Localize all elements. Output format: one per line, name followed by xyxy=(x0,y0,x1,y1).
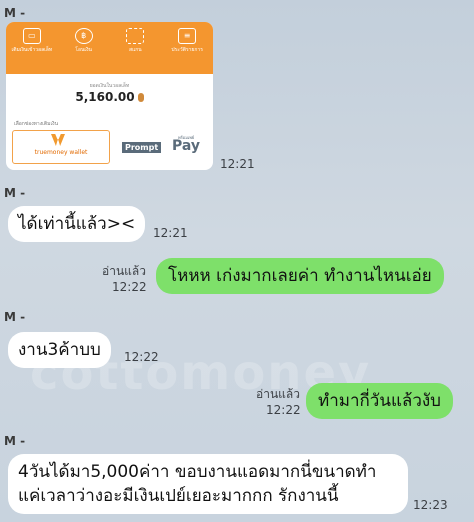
menu-label: โอนเงิน xyxy=(75,47,92,53)
promptpay-logo-prompt: Prompt xyxy=(122,142,162,153)
outgoing-message[interactable]: ทำมากี่วันแล้วงับ xyxy=(306,383,453,419)
wallet-menu-bar: ▭ เติมเงินเข้าวอลเล็ท ฿ โอนเงิน สแกน ≡ ป… xyxy=(6,22,213,74)
sender-name: M - xyxy=(4,310,26,324)
menu-label: สแกน xyxy=(129,47,142,53)
menu-item-topup: ▭ เติมเงินเข้าวอลเล็ท xyxy=(10,28,54,54)
read-receipt: อ่านแล้ว xyxy=(256,387,300,401)
message-time: 12:22 xyxy=(266,403,301,417)
sender-name: M - xyxy=(4,6,26,20)
image-attachment[interactable]: ▭ เติมเงินเข้าวอลเล็ท ฿ โอนเงิน สแกน ≡ ป… xyxy=(6,22,213,170)
coin-icon xyxy=(137,93,144,102)
coin-icon: ฿ xyxy=(74,28,93,44)
read-receipt: อ่านแล้ว xyxy=(102,264,146,278)
message-time: 12:21 xyxy=(220,157,255,171)
incoming-message[interactable]: 4วันได้มา5,000ค่าา ขอบงานแอดมากนี่ขนาดทำ… xyxy=(8,454,408,514)
wallet-icon: ▭ xyxy=(22,28,41,44)
sender-name: M - xyxy=(4,434,26,448)
menu-item-transfer: ฿ โอนเงิน xyxy=(62,28,106,54)
menu-label: ประวัติรายการ xyxy=(171,47,203,53)
menu-item-history: ≡ ประวัติรายการ xyxy=(165,28,209,54)
menu-label: เติมเงินเข้าวอลเล็ท xyxy=(11,47,53,53)
topup-channel-label: เลือกช่องทางเติมเงิน xyxy=(14,121,59,127)
truemoney-option: truemoney wallet xyxy=(12,130,110,164)
message-time: 12:22 xyxy=(112,280,147,294)
message-line-1: 4วันได้มา5,000ค่าา ขอบงานแอดมากนี่ขนาดทำ xyxy=(18,462,377,482)
message-line-2: แค่เวลาว่างอะมีเงินเปย์เยอะมากกก รักงานน… xyxy=(18,486,339,506)
incoming-message[interactable]: งาน3ค้าบบ xyxy=(8,332,111,368)
sender-name: M - xyxy=(4,186,26,200)
chat-view: cottomoney M - ▭ เติมเงินเข้าวอลเล็ท ฿ โ… xyxy=(0,0,474,522)
promptpay-option: พร้อมเพย์ Prompt Pay xyxy=(122,134,206,160)
scan-icon xyxy=(126,28,145,44)
balance-label: ยอดเงินในวอลเล็ท xyxy=(89,83,130,89)
message-time: 12:22 xyxy=(124,350,159,364)
receipt-icon: ≡ xyxy=(178,28,197,44)
message-time: 12:21 xyxy=(153,226,188,240)
truemoney-logo-icon xyxy=(51,134,65,146)
menu-item-scan: สแกน xyxy=(113,28,157,54)
message-time: 12:23 xyxy=(413,498,448,512)
balance-value: 5,160.00 xyxy=(75,90,135,104)
incoming-message[interactable]: ได้เท่านี้แล้ว>< xyxy=(8,206,146,242)
promptpay-logo-pay: Pay xyxy=(172,138,201,154)
truemoney-label: truemoney wallet xyxy=(34,149,88,156)
balance-amount: 5,160.00 xyxy=(6,90,213,104)
outgoing-message[interactable]: โหหห เก่งมากเลยค่า ทำงานไหนเอ่ย xyxy=(156,258,444,294)
